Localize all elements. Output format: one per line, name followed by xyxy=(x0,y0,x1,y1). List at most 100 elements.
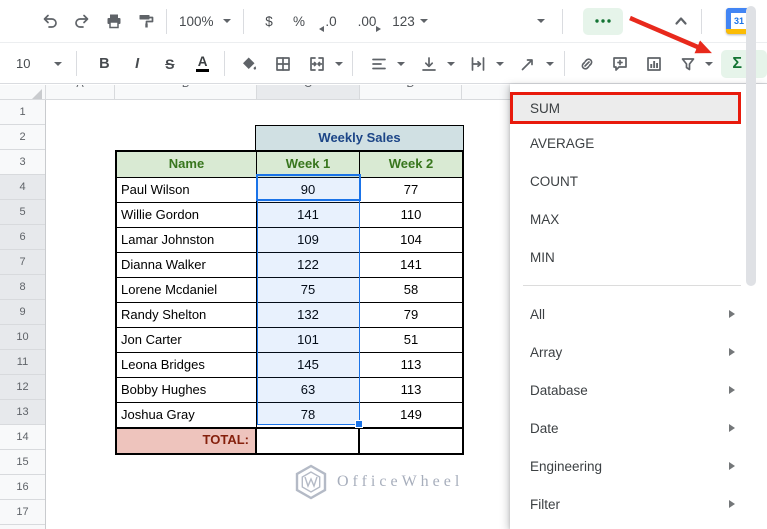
total-label-cell[interactable]: TOTAL: xyxy=(117,429,257,453)
print-button[interactable] xyxy=(100,6,128,36)
increase-decimal-button[interactable]: .00 xyxy=(350,6,384,36)
cell-week2[interactable]: 79 xyxy=(360,303,462,328)
strikethrough-button[interactable]: S xyxy=(156,49,184,79)
function-menu-item[interactable]: MAX xyxy=(510,200,767,238)
cell-week2[interactable]: 58 xyxy=(360,278,462,303)
column-header-b[interactable]: B xyxy=(115,85,257,99)
italic-button[interactable]: I xyxy=(123,49,151,79)
cell-name[interactable]: Willie Gordon xyxy=(117,203,257,228)
cell-week2[interactable]: 77 xyxy=(360,178,462,203)
font-size-select[interactable]: 10 xyxy=(8,49,70,79)
vertical-align-menu-button[interactable] xyxy=(443,49,459,79)
row-header[interactable]: 7 xyxy=(0,250,45,275)
text-rotation-button[interactable] xyxy=(514,49,542,79)
row-header[interactable]: 12 xyxy=(0,375,45,400)
paint-format-button[interactable] xyxy=(132,6,160,36)
cell-name[interactable]: Randy Shelton xyxy=(117,303,257,328)
cell-week1[interactable]: 75 xyxy=(257,278,360,303)
cell-week2[interactable]: 110 xyxy=(360,203,462,228)
row-header[interactable]: 15 xyxy=(0,450,45,475)
row-header[interactable]: 3 xyxy=(0,150,45,175)
cell-week1[interactable]: 101 xyxy=(257,328,360,353)
filter-views-menu-button[interactable] xyxy=(702,49,718,79)
percent-format-button[interactable]: % xyxy=(286,6,312,36)
cell-week1[interactable]: 145 xyxy=(257,353,360,378)
merge-cells-button[interactable] xyxy=(303,49,331,79)
cell-week2[interactable]: 113 xyxy=(360,378,462,403)
cell-name[interactable]: Dianna Walker xyxy=(117,253,257,278)
redo-button[interactable] xyxy=(68,6,96,36)
category-menu-item[interactable]: Engineering xyxy=(510,447,767,485)
fill-color-button[interactable] xyxy=(235,49,263,79)
total-week2-cell[interactable] xyxy=(360,429,462,453)
row-header[interactable]: 1 xyxy=(0,100,45,125)
font-menu-button[interactable] xyxy=(532,6,550,36)
category-menu-item[interactable]: Date xyxy=(510,409,767,447)
insert-chart-button[interactable] xyxy=(640,49,668,79)
row-header[interactable]: 13 xyxy=(0,400,45,425)
row-header[interactable]: 8 xyxy=(0,275,45,300)
cell-week1[interactable]: 109 xyxy=(257,228,360,253)
column-header-a[interactable]: A xyxy=(46,85,115,99)
vertical-align-button[interactable] xyxy=(415,49,443,79)
row-header[interactable]: 17 xyxy=(0,500,45,525)
row-header[interactable]: 5 xyxy=(0,200,45,225)
cell-week2[interactable]: 51 xyxy=(360,328,462,353)
cell-name[interactable]: Jon Carter xyxy=(117,328,257,353)
text-wrap-button[interactable] xyxy=(465,49,493,79)
function-menu-item[interactable]: AVERAGE xyxy=(510,124,767,162)
row-header[interactable]: 11 xyxy=(0,350,45,375)
row-header[interactable]: 14 xyxy=(0,425,45,450)
decrease-decimal-button[interactable]: .0 xyxy=(316,6,346,36)
cell-week1[interactable]: 78 xyxy=(257,403,360,428)
undo-button[interactable] xyxy=(36,6,64,36)
insert-comment-button[interactable] xyxy=(606,49,634,79)
currency-format-button[interactable]: $ xyxy=(256,6,282,36)
row-header[interactable]: 4 xyxy=(0,175,45,200)
cell-week2[interactable]: 113 xyxy=(360,353,462,378)
cell-name[interactable]: Leona Bridges xyxy=(117,353,257,378)
horizontal-align-button[interactable] xyxy=(365,49,393,79)
function-menu-item[interactable]: COUNT xyxy=(510,162,767,200)
column-header-c[interactable]: C xyxy=(257,85,360,99)
more-options-button[interactable] xyxy=(583,8,623,35)
header-cell-week1[interactable]: Week 1 xyxy=(257,152,360,178)
row-header[interactable]: 10 xyxy=(0,325,45,350)
menu-scrollbar-thumb[interactable] xyxy=(746,6,756,286)
cell-name[interactable]: Lorene Mcdaniel xyxy=(117,278,257,303)
hide-menus-button[interactable] xyxy=(669,6,693,36)
header-cell-week2[interactable]: Week 2 xyxy=(360,152,462,178)
cell-week2[interactable]: 104 xyxy=(360,228,462,253)
cell-week1[interactable]: 132 xyxy=(257,303,360,328)
fill-handle[interactable] xyxy=(355,420,363,428)
header-cell-name[interactable]: Name xyxy=(117,152,257,178)
table-title-cell[interactable]: Weekly Sales xyxy=(255,125,464,151)
category-menu-item[interactable]: Database xyxy=(510,371,767,409)
cell-name[interactable]: Paul Wilson xyxy=(117,178,257,203)
cell-week1[interactable]: 63 xyxy=(257,378,360,403)
column-header-e[interactable] xyxy=(462,85,510,99)
cell-week1[interactable]: 122 xyxy=(257,253,360,278)
category-menu-item[interactable]: Array xyxy=(510,333,767,371)
cell-week1[interactable]: 90 xyxy=(257,178,360,203)
functions-button[interactable]: Σ xyxy=(721,50,767,78)
category-menu-item[interactable]: Filter xyxy=(510,485,767,523)
row-header[interactable]: 2 xyxy=(0,125,45,150)
text-rotation-menu-button[interactable] xyxy=(542,49,558,79)
number-format-button[interactable]: 123 xyxy=(388,6,432,36)
select-all-corner[interactable] xyxy=(0,85,46,99)
column-header-d[interactable]: D xyxy=(360,85,462,99)
text-wrap-menu-button[interactable] xyxy=(492,49,508,79)
horizontal-align-menu-button[interactable] xyxy=(393,49,409,79)
row-header[interactable]: 9 xyxy=(0,300,45,325)
row-header[interactable]: 6 xyxy=(0,225,45,250)
row-header[interactable]: 16 xyxy=(0,475,45,500)
create-filter-button[interactable] xyxy=(674,49,702,79)
zoom-select[interactable]: 100% xyxy=(173,6,237,36)
borders-button[interactable] xyxy=(269,49,297,79)
cell-name[interactable]: Bobby Hughes xyxy=(117,378,257,403)
total-week1-cell[interactable] xyxy=(257,429,360,453)
cell-name[interactable]: Lamar Johnston xyxy=(117,228,257,253)
function-menu-item[interactable]: MIN xyxy=(510,238,767,276)
bold-button[interactable]: B xyxy=(91,49,119,79)
